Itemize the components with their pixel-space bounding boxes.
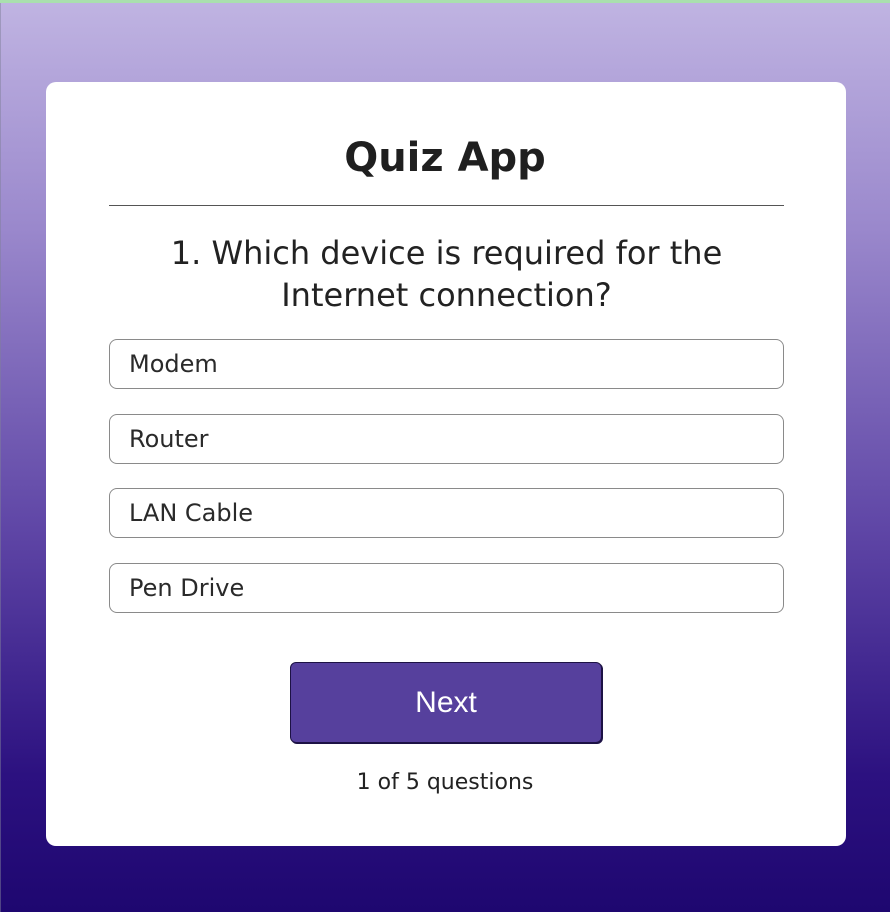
quiz-title: Quiz App: [344, 135, 546, 181]
next-button[interactable]: Next: [290, 662, 602, 743]
answer-option-pen-drive[interactable]: Pen Drive: [109, 562, 784, 613]
question-progress: 1 of 5 questions: [356, 770, 534, 795]
answer-option-lan-cable[interactable]: LAN Cable: [109, 488, 784, 538]
question-text: 1. Which device is required for the Inte…: [170, 234, 723, 314]
answer-list: Modem Router LAN Cable Pen Drive: [109, 339, 784, 637]
title-divider: [109, 205, 784, 206]
answer-option-router[interactable]: Router: [109, 413, 784, 464]
window-top-strip: [0, 0, 890, 3]
answer-option-modem[interactable]: Modem: [109, 339, 784, 389]
